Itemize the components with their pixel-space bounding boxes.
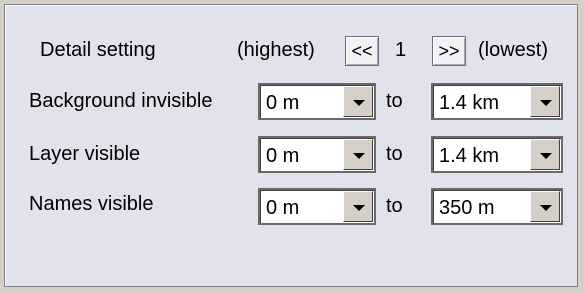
chevron-down-icon (540, 205, 552, 211)
detail-setting-label: Detail setting (40, 39, 156, 61)
previous-level-button[interactable]: << (345, 36, 379, 66)
dropdown-button[interactable] (343, 86, 373, 117)
dropdown-button[interactable] (343, 139, 373, 170)
layer-visible-from-select[interactable]: 0 m (258, 136, 376, 173)
chevron-down-icon (540, 153, 552, 159)
chevron-down-icon (540, 100, 552, 106)
names-visible-label: Names visible (29, 193, 154, 215)
layer-visible-label: Layer visible (29, 143, 141, 165)
dropdown-button[interactable] (530, 86, 560, 117)
select-value: 1.4 km (439, 145, 500, 167)
layer-visible-to-select[interactable]: 1.4 km (431, 136, 563, 173)
dropdown-button[interactable] (530, 191, 560, 222)
select-value: 0 m (266, 145, 300, 167)
dropdown-button[interactable] (343, 191, 373, 222)
detail-settings-panel: Detail setting (highest) << 1 >> (lowest… (4, 4, 578, 287)
names-visible-to-select[interactable]: 350 m (431, 188, 563, 225)
detail-level-value: 1 (395, 39, 407, 61)
to-label: to (386, 143, 403, 165)
lowest-label: (lowest) (478, 39, 549, 61)
names-visible-from-select[interactable]: 0 m (258, 188, 376, 225)
highest-label: (highest) (237, 39, 315, 61)
select-value: 0 m (266, 92, 300, 114)
select-value: 1.4 km (439, 92, 500, 114)
chevron-down-icon (353, 100, 365, 106)
dropdown-button[interactable] (530, 139, 560, 170)
next-level-button[interactable]: >> (432, 36, 466, 66)
chevron-down-icon (353, 205, 365, 211)
chevron-down-icon (353, 153, 365, 159)
select-value: 0 m (266, 197, 300, 219)
to-label: to (386, 195, 403, 217)
background-invisible-label: Background invisible (29, 90, 213, 112)
background-invisible-to-select[interactable]: 1.4 km (431, 83, 563, 120)
select-value: 350 m (439, 197, 495, 219)
background-invisible-from-select[interactable]: 0 m (258, 83, 376, 120)
to-label: to (386, 90, 403, 112)
